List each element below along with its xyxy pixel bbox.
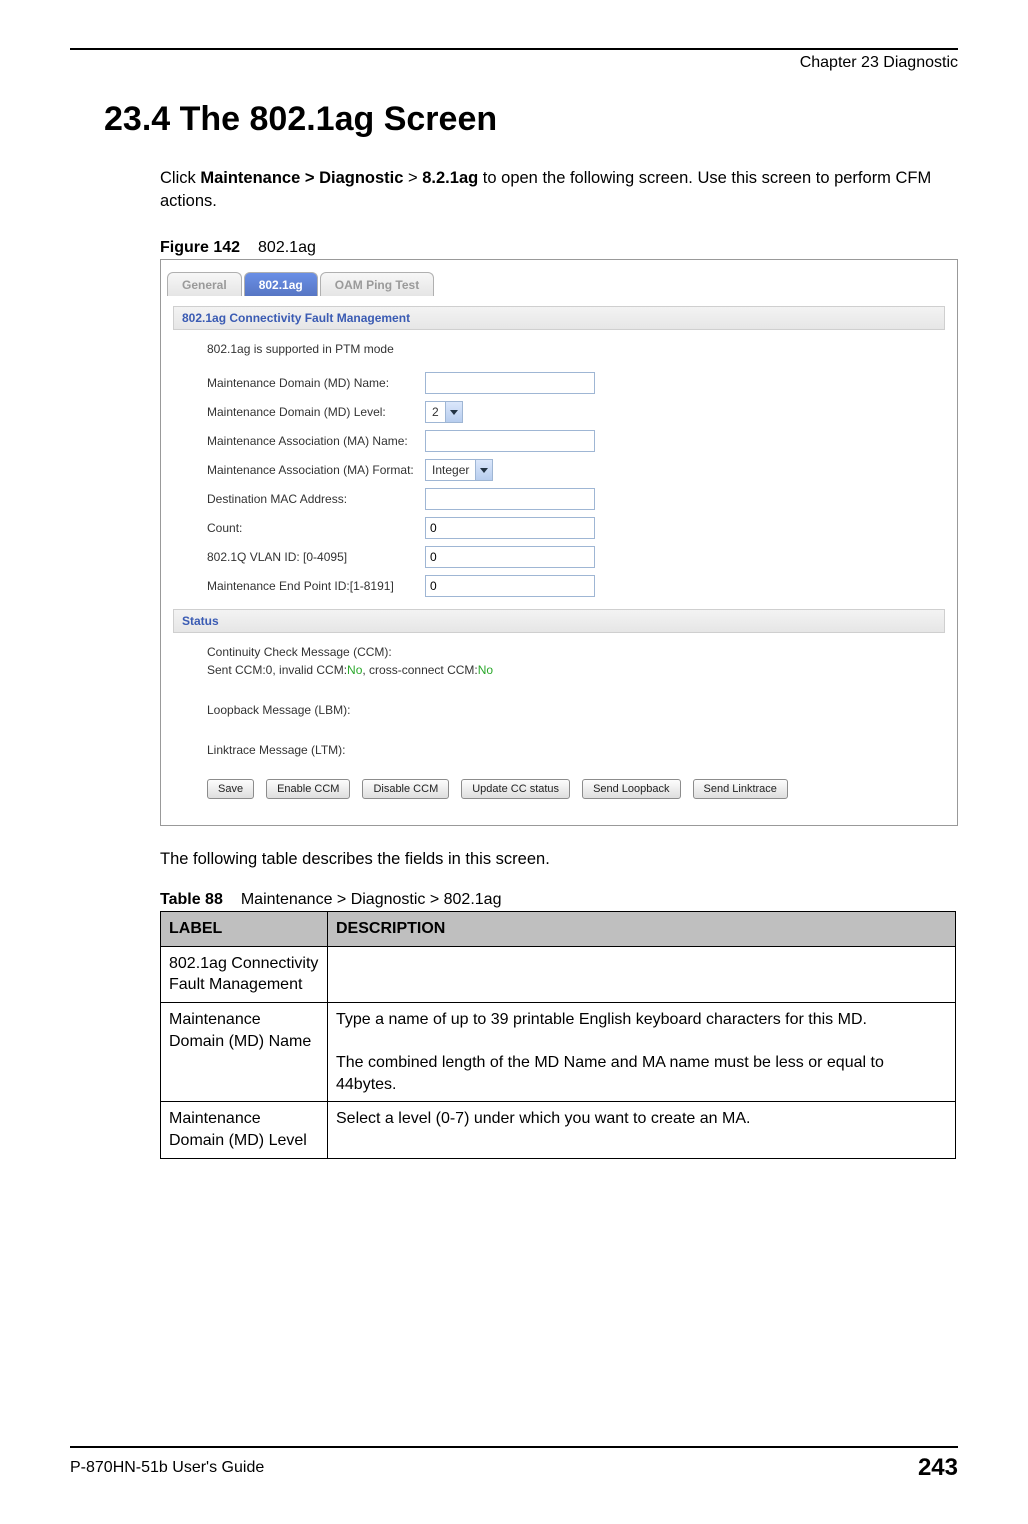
section-bar-cfm: 802.1ag Connectivity Fault Management (173, 306, 945, 330)
intro-pre: Click (160, 169, 200, 187)
table-cell-label: Maintenance Domain (MD) Level (161, 1102, 328, 1158)
label-mep-id: Maintenance End Point ID:[1-8191] (207, 579, 425, 594)
status-ccm-a: Sent CCM:0, invalid CCM: (207, 663, 347, 677)
table-cell-label: Maintenance Domain (MD) Name (161, 1002, 328, 1101)
tab-oam-ping-test[interactable]: OAM Ping Test (320, 272, 434, 296)
status-ccm-b: , cross-connect CCM: (362, 663, 477, 677)
figure-caption: Figure 142 802.1ag (160, 239, 958, 257)
input-count[interactable] (425, 517, 595, 539)
chevron-down-icon (475, 460, 492, 480)
input-md-name[interactable] (425, 372, 595, 394)
status-ccm-label: Continuity Check Message (CCM): (207, 645, 945, 659)
description-table: LABEL DESCRIPTION 802.1ag Connectivity F… (160, 911, 956, 1158)
label-dest-mac: Destination MAC Address: (207, 492, 425, 507)
tab-bar: General 802.1ag OAM Ping Test (161, 260, 957, 296)
table-row: Maintenance Domain (MD) Level Select a l… (161, 1102, 956, 1158)
label-ma-format: Maintenance Association (MA) Format: (207, 463, 425, 478)
input-ma-name[interactable] (425, 430, 595, 452)
send-linktrace-button[interactable]: Send Linktrace (693, 779, 788, 799)
table-cell-desc: Type a name of up to 39 printable Englis… (328, 1002, 956, 1101)
after-figure-text: The following table describes the fields… (160, 850, 958, 869)
select-md-level[interactable]: 2 (425, 401, 463, 423)
status-ccm-line: Sent CCM:0, invalid CCM:No, cross-connec… (207, 663, 945, 677)
intro-mid: > (403, 169, 422, 187)
enable-ccm-button[interactable]: Enable CCM (266, 779, 350, 799)
input-dest-mac[interactable] (425, 488, 595, 510)
table-cell-desc: Select a level (0-7) under which you wan… (328, 1102, 956, 1158)
section-title: 23.4 The 802.1ag Screen (104, 100, 958, 139)
table-caption-text: Maintenance > Diagnostic > 802.1ag (241, 891, 502, 908)
chapter-header: Chapter 23 Diagnostic (70, 54, 958, 72)
update-cc-status-button[interactable]: Update CC status (461, 779, 570, 799)
save-button[interactable]: Save (207, 779, 254, 799)
table-label: Table 88 (160, 891, 223, 908)
select-ma-format[interactable]: Integer (425, 459, 493, 481)
disable-ccm-button[interactable]: Disable CCM (362, 779, 449, 799)
chevron-down-icon (445, 402, 462, 422)
status-lbm: Loopback Message (LBM): (207, 703, 945, 717)
table-row: Maintenance Domain (MD) Name Type a name… (161, 1002, 956, 1101)
tab-8021ag[interactable]: 802.1ag (244, 272, 318, 296)
label-ma-name: Maintenance Association (MA) Name: (207, 434, 425, 449)
status-ccm-no1: No (347, 663, 362, 677)
status-ltm: Linktrace Message (LTM): (207, 743, 945, 757)
label-md-level: Maintenance Domain (MD) Level: (207, 405, 425, 420)
send-loopback-button[interactable]: Send Loopback (582, 779, 680, 799)
ptm-mode-note: 802.1ag is supported in PTM mode (207, 342, 945, 356)
input-mep-id[interactable] (425, 575, 595, 597)
select-ma-format-value: Integer (426, 463, 475, 477)
select-md-level-value: 2 (426, 405, 445, 419)
table-row: 802.1ag Connectivity Fault Management (161, 946, 956, 1002)
input-vlan-id[interactable] (425, 546, 595, 568)
status-ccm-no2: No (478, 663, 493, 677)
page-number: 243 (918, 1454, 958, 1482)
figure-label: Figure 142 (160, 239, 240, 256)
table-cell-desc (328, 946, 956, 1002)
intro-path1: Maintenance > Diagnostic (200, 169, 403, 187)
intro-path2: 8.2.1ag (422, 169, 478, 187)
label-md-name: Maintenance Domain (MD) Name: (207, 376, 425, 391)
table-caption: Table 88 Maintenance > Diagnostic > 802.1… (160, 891, 958, 909)
label-count: Count: (207, 521, 425, 536)
figure-caption-text: 802.1ag (258, 239, 316, 256)
button-row: Save Enable CCM Disable CCM Update CC st… (207, 779, 945, 799)
label-vlan-id: 802.1Q VLAN ID: [0-4095] (207, 550, 425, 565)
status-body: Continuity Check Message (CCM): Sent CCM… (207, 645, 945, 757)
tab-general[interactable]: General (167, 272, 242, 296)
footer-guide: P-870HN-51b User's Guide (70, 1459, 264, 1477)
table-head-description: DESCRIPTION (328, 912, 956, 947)
table-cell-label: 802.1ag Connectivity Fault Management (161, 946, 328, 1002)
table-head-label: LABEL (161, 912, 328, 947)
section-bar-status: Status (173, 609, 945, 633)
screenshot-panel: General 802.1ag OAM Ping Test 802.1ag Co… (160, 259, 958, 826)
intro-paragraph: Click Maintenance > Diagnostic > 8.2.1ag… (160, 167, 958, 213)
